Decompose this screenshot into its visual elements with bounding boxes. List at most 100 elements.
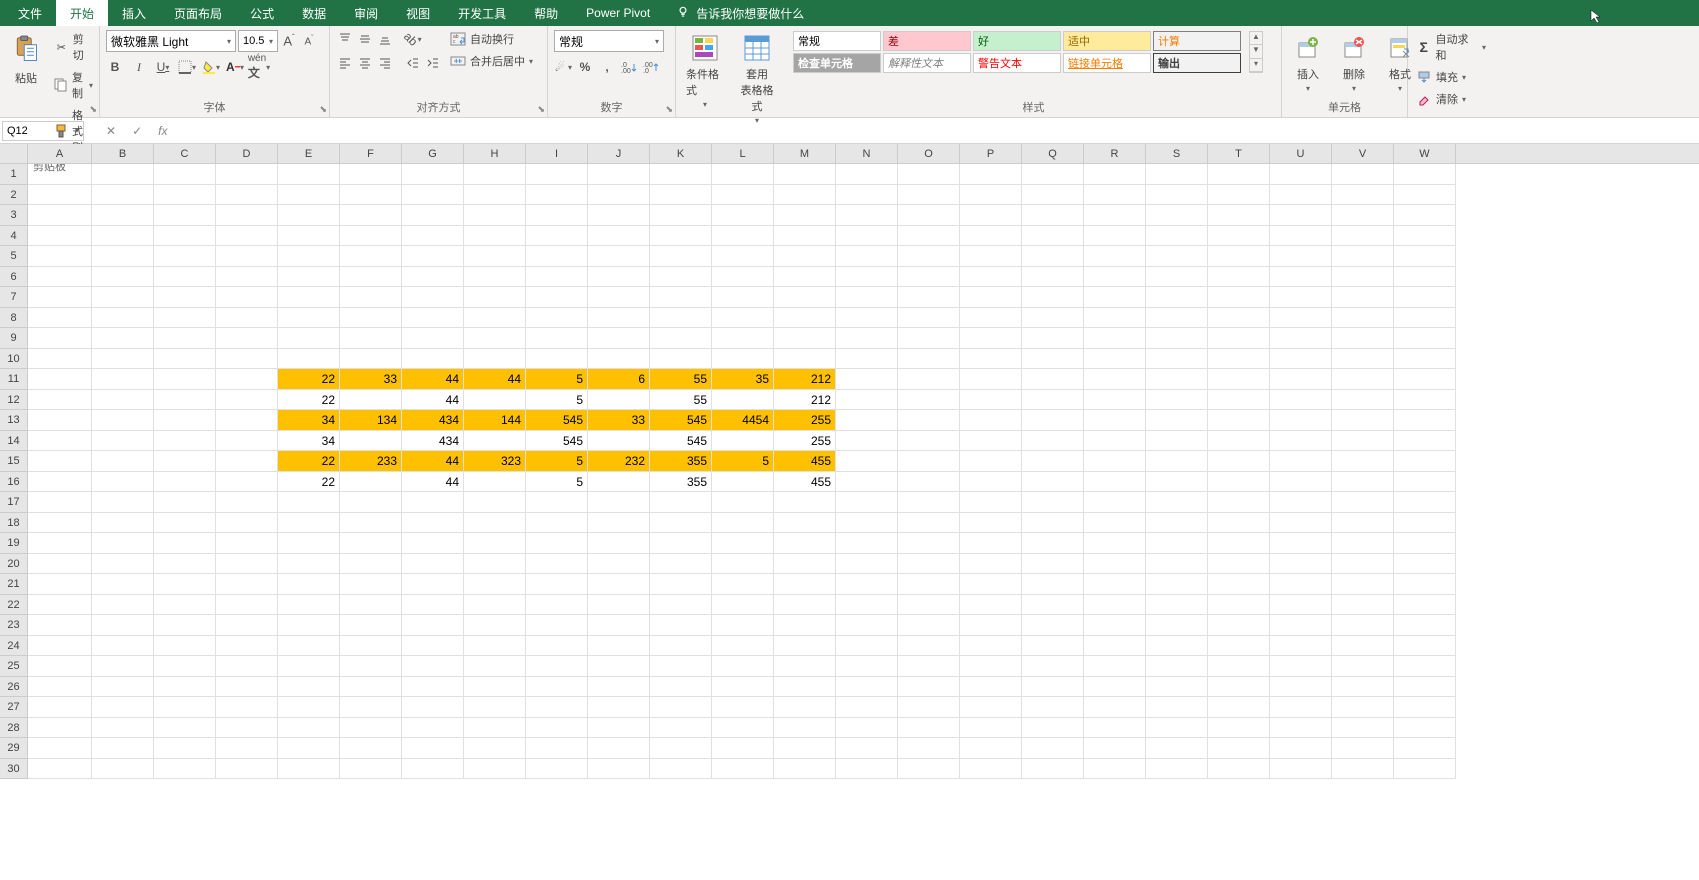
cell-N6[interactable]	[836, 267, 898, 288]
cell-T30[interactable]	[1208, 759, 1270, 780]
cell-G22[interactable]	[402, 595, 464, 616]
cell-J27[interactable]	[588, 697, 650, 718]
cell-L18[interactable]	[712, 513, 774, 534]
cell-K25[interactable]	[650, 656, 712, 677]
cell-E16[interactable]: 22	[278, 472, 340, 493]
cell-B26[interactable]	[92, 677, 154, 698]
cell-E1[interactable]	[278, 164, 340, 185]
cell-W7[interactable]	[1394, 287, 1456, 308]
cell-R28[interactable]	[1084, 718, 1146, 739]
row-header-20[interactable]: 20	[0, 554, 27, 575]
cell-K4[interactable]	[650, 226, 712, 247]
cell-F28[interactable]	[340, 718, 402, 739]
cell-J18[interactable]	[588, 513, 650, 534]
cell-Q20[interactable]	[1022, 554, 1084, 575]
cell-J6[interactable]	[588, 267, 650, 288]
cell-K27[interactable]	[650, 697, 712, 718]
cell-L24[interactable]	[712, 636, 774, 657]
increase-decimal-button[interactable]: .0.00	[620, 58, 638, 76]
cell-A8[interactable]	[28, 308, 92, 329]
cell-I9[interactable]	[526, 328, 588, 349]
cell-K15[interactable]: 355	[650, 451, 712, 472]
cell-F29[interactable]	[340, 738, 402, 759]
cell-J16[interactable]	[588, 472, 650, 493]
cell-D25[interactable]	[216, 656, 278, 677]
cell-N21[interactable]	[836, 574, 898, 595]
cell-M15[interactable]: 455	[774, 451, 836, 472]
cell-B5[interactable]	[92, 246, 154, 267]
cell-G4[interactable]	[402, 226, 464, 247]
cell-C9[interactable]	[154, 328, 216, 349]
cell-C11[interactable]	[154, 369, 216, 390]
cell-A16[interactable]	[28, 472, 92, 493]
cell-G12[interactable]: 44	[402, 390, 464, 411]
cell-J12[interactable]	[588, 390, 650, 411]
cell-T5[interactable]	[1208, 246, 1270, 267]
cell-M21[interactable]	[774, 574, 836, 595]
cell-L10[interactable]	[712, 349, 774, 370]
cell-P8[interactable]	[960, 308, 1022, 329]
cell-I14[interactable]: 545	[526, 431, 588, 452]
cell-L7[interactable]	[712, 287, 774, 308]
cell-A15[interactable]	[28, 451, 92, 472]
cell-C17[interactable]	[154, 492, 216, 513]
cell-M20[interactable]	[774, 554, 836, 575]
cell-V3[interactable]	[1332, 205, 1394, 226]
cell-J4[interactable]	[588, 226, 650, 247]
cell-M4[interactable]	[774, 226, 836, 247]
cell-A10[interactable]	[28, 349, 92, 370]
cell-S23[interactable]	[1146, 615, 1208, 636]
cell-W5[interactable]	[1394, 246, 1456, 267]
cell-N30[interactable]	[836, 759, 898, 780]
col-header-S[interactable]: S	[1146, 144, 1208, 163]
fill-button[interactable]: 填充▾	[1414, 68, 1488, 86]
col-header-I[interactable]: I	[526, 144, 588, 163]
cell-C10[interactable]	[154, 349, 216, 370]
cell-M6[interactable]	[774, 267, 836, 288]
cell-B25[interactable]	[92, 656, 154, 677]
cell-V30[interactable]	[1332, 759, 1394, 780]
italic-button[interactable]: I	[130, 58, 148, 76]
cell-F14[interactable]	[340, 431, 402, 452]
cell-B19[interactable]	[92, 533, 154, 554]
cell-D1[interactable]	[216, 164, 278, 185]
cell-P22[interactable]	[960, 595, 1022, 616]
cell-Q13[interactable]	[1022, 410, 1084, 431]
cell-C14[interactable]	[154, 431, 216, 452]
cell-N19[interactable]	[836, 533, 898, 554]
cell-P16[interactable]	[960, 472, 1022, 493]
cell-W17[interactable]	[1394, 492, 1456, 513]
cell-E4[interactable]	[278, 226, 340, 247]
cell-J15[interactable]: 232	[588, 451, 650, 472]
cell-D5[interactable]	[216, 246, 278, 267]
cell-G21[interactable]	[402, 574, 464, 595]
row-header-4[interactable]: 4	[0, 226, 27, 247]
cell-T27[interactable]	[1208, 697, 1270, 718]
cell-E20[interactable]	[278, 554, 340, 575]
cell-V7[interactable]	[1332, 287, 1394, 308]
cell-B22[interactable]	[92, 595, 154, 616]
cell-R24[interactable]	[1084, 636, 1146, 657]
cell-A27[interactable]	[28, 697, 92, 718]
cell-I26[interactable]	[526, 677, 588, 698]
cell-U23[interactable]	[1270, 615, 1332, 636]
cell-M1[interactable]	[774, 164, 836, 185]
cell-E2[interactable]	[278, 185, 340, 206]
cell-N7[interactable]	[836, 287, 898, 308]
font-size-select[interactable]: 10.5▾	[238, 30, 278, 52]
cell-L5[interactable]	[712, 246, 774, 267]
cell-I17[interactable]	[526, 492, 588, 513]
col-header-U[interactable]: U	[1270, 144, 1332, 163]
cell-K5[interactable]	[650, 246, 712, 267]
cell-K22[interactable]	[650, 595, 712, 616]
cell-N15[interactable]	[836, 451, 898, 472]
cell-G28[interactable]	[402, 718, 464, 739]
cell-R8[interactable]	[1084, 308, 1146, 329]
cell-B6[interactable]	[92, 267, 154, 288]
cell-P11[interactable]	[960, 369, 1022, 390]
tab-data[interactable]: 数据	[288, 0, 340, 26]
cell-J24[interactable]	[588, 636, 650, 657]
cell-P28[interactable]	[960, 718, 1022, 739]
cell-R14[interactable]	[1084, 431, 1146, 452]
cell-L14[interactable]	[712, 431, 774, 452]
